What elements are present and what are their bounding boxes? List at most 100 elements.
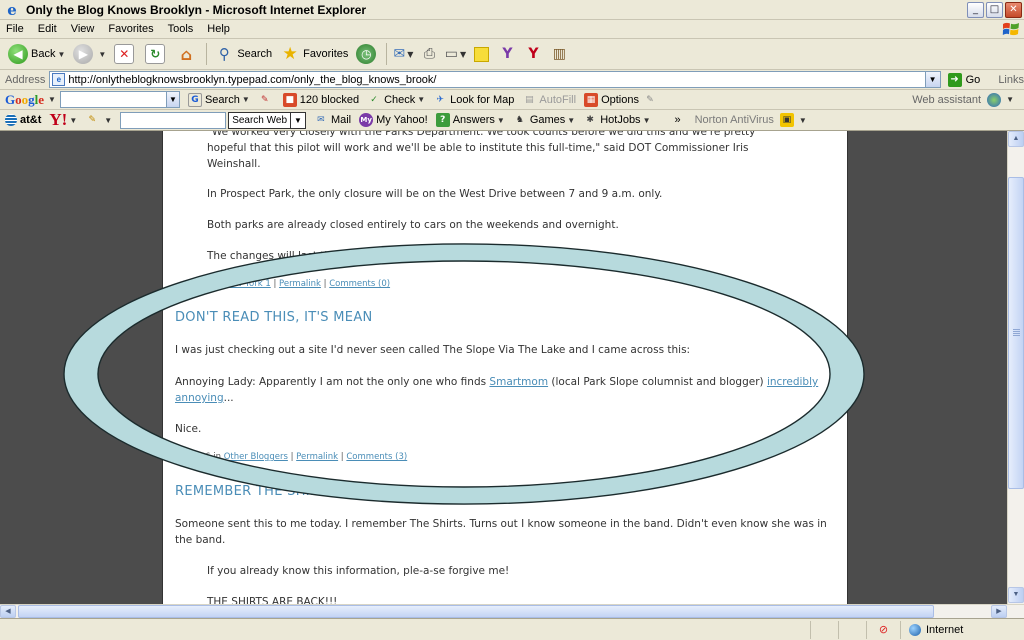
address-bar: Address e http://onlytheblogknowsbrookly… — [0, 70, 1024, 90]
search-web-label: Search Web — [232, 114, 288, 126]
chevron-down-icon[interactable]: ▼ — [165, 92, 179, 107]
post-title[interactable]: REMEMBER THE SHIRTS — [175, 484, 335, 499]
menu-view[interactable]: View — [64, 23, 102, 35]
menu-help[interactable]: Help — [200, 23, 237, 35]
stop-icon: ✕ — [114, 44, 135, 64]
permalink-link[interactable]: Permalink — [279, 279, 321, 289]
post-title[interactable]: DON'T READ THIS, IT'S MEAN — [175, 310, 373, 325]
att-logo[interactable]: at&t — [5, 114, 41, 126]
hotjobs-link[interactable]: ✱ HotJobs ▼ — [583, 113, 650, 127]
menu-edit[interactable]: Edit — [31, 23, 64, 35]
web-assistant-label: Web assistant — [912, 93, 982, 106]
stop-button[interactable]: ✕ — [110, 41, 141, 67]
chevron-down-icon[interactable]: ▼ — [98, 50, 106, 59]
address-input[interactable]: e http://onlytheblogknowsbrooklyn.typepa… — [49, 71, 941, 88]
google-search-button[interactable]: G Search ▼ — [187, 92, 250, 107]
menu-bar: File Edit View Favorites Tools Help — [0, 20, 1024, 39]
search-web-button[interactable]: Search Web ▼ — [228, 111, 306, 129]
go-button[interactable]: ➜ Go — [947, 72, 980, 87]
mail-button[interactable]: ✉ ▼ — [392, 43, 414, 65]
yahoo-mail-link[interactable]: ✉ Mail — [314, 113, 351, 127]
smartmom-link[interactable]: Smartmom — [489, 376, 548, 388]
menu-file[interactable]: File — [0, 23, 31, 35]
options-button[interactable]: ▦ Options ✎ — [584, 92, 660, 107]
home-button[interactable]: ⌂ — [172, 41, 203, 67]
autofill-button[interactable]: ▤ AutoFill — [522, 93, 576, 107]
research-button[interactable]: ▥ — [548, 43, 570, 65]
star-icon: ★ — [282, 44, 298, 64]
post-paragraph: If you already know this information, pl… — [207, 565, 510, 577]
mail-envelope-icon: ✉ — [393, 46, 406, 62]
chevron-down-icon[interactable]: ▼ — [104, 116, 112, 125]
scroll-down-arrow-icon[interactable]: ▼ — [1008, 587, 1024, 603]
close-button[interactable]: ✕ — [1005, 1, 1022, 18]
notes-button[interactable] — [470, 43, 492, 65]
yahoo-mail-button[interactable]: Y — [522, 43, 544, 65]
chevron-down-icon: ▼ — [459, 49, 467, 59]
menu-tools[interactable]: Tools — [161, 23, 201, 35]
post-paragraph: Someone sent this to me today. I remembe… — [175, 518, 827, 546]
chevron-down-icon: ▼ — [642, 115, 651, 125]
chevron-down-icon[interactable]: ▼ — [924, 72, 940, 87]
google-logo[interactable]: Google — [5, 92, 44, 108]
category-link[interactable]: Other Bloggers — [224, 452, 288, 462]
permalink-link[interactable]: Permalink — [296, 452, 338, 462]
chevron-down-icon: ▼ — [1006, 95, 1014, 104]
comments-link[interactable]: Comments (3) — [346, 452, 407, 462]
highlighter-icon[interactable]: ✎ — [85, 113, 99, 127]
search-button[interactable]: ⚲ Search — [210, 41, 276, 67]
answers-link[interactable]: ? Answers ▼ — [435, 113, 505, 127]
norton-antivirus-button[interactable]: Norton AntiVirus ▣ ▼ — [695, 113, 807, 127]
options-label: Options — [601, 93, 639, 106]
scrollbar-thumb[interactable] — [1008, 177, 1024, 489]
minimize-button[interactable]: _ — [967, 1, 984, 18]
yahoo-badge-icon: Y — [528, 46, 539, 62]
popup-blocker-button[interactable]: ■ 120 blocked — [282, 92, 359, 107]
autofill-icon: ▤ — [525, 94, 534, 105]
refresh-button[interactable]: ↻ — [141, 41, 172, 67]
chevron-down-icon[interactable]: ▼ — [69, 116, 77, 125]
my-yahoo-link[interactable]: My My Yahoo! — [359, 113, 428, 127]
history-button[interactable]: ◷ — [352, 41, 383, 67]
vertical-scrollbar[interactable]: ▲ ▼ — [1007, 131, 1024, 604]
games-link[interactable]: ♞ Games ▼ — [513, 113, 575, 127]
web-assistant-button[interactable]: Web assistant ▼ — [912, 92, 1014, 107]
my-yahoo-icon: My — [359, 113, 374, 127]
scroll-left-arrow-icon[interactable]: ◀ — [0, 605, 16, 618]
google-g-icon: G — [187, 92, 202, 107]
maximize-button[interactable]: □ — [986, 1, 1003, 18]
yahoo-search-input[interactable] — [120, 111, 227, 129]
address-label: Address — [5, 73, 46, 86]
horizontal-scrollbar-thumb[interactable] — [18, 605, 934, 618]
home-icon: ⌂ — [180, 44, 193, 64]
post-paragraph-text: Annoying Lady: Apparently I am not the o… — [175, 376, 490, 388]
edit-button[interactable]: ▭ ▼ — [444, 43, 466, 65]
page-icon: e — [52, 73, 66, 86]
chevron-down-icon[interactable]: ▼ — [290, 112, 302, 128]
forward-button[interactable]: ▶ ▼ — [69, 41, 110, 67]
google-search-input[interactable]: ▼ — [59, 91, 180, 108]
chevron-down-icon[interactable]: ▼ — [57, 50, 65, 59]
favorites-button[interactable]: ★ Favorites — [276, 41, 352, 67]
horizontal-scrollbar[interactable]: ◀ ▶ — [0, 604, 1024, 618]
scroll-right-arrow-icon[interactable]: ▶ — [991, 605, 1007, 618]
look-for-map-button[interactable]: ✈ Look for Map — [433, 93, 514, 107]
yahoo-messenger-button[interactable]: Y — [496, 43, 518, 65]
quote-paragraph: The changes will last through November. — [207, 250, 422, 262]
research-books-icon: ▥ — [552, 46, 567, 62]
category-link[interactable]: New York 1 — [224, 279, 271, 289]
more-buttons-chevron[interactable]: » — [674, 114, 680, 126]
comments-link[interactable]: Comments (0) — [329, 279, 390, 289]
links-button[interactable]: Links — [998, 74, 1024, 86]
yahoo-logo[interactable]: Y! — [49, 110, 67, 130]
popup-blocked-status[interactable]: ⊘ — [866, 620, 900, 639]
menu-favorites[interactable]: Favorites — [101, 23, 160, 35]
scroll-up-arrow-icon[interactable]: ▲ — [1008, 131, 1024, 147]
news-button[interactable]: ✎ — [258, 93, 275, 107]
norton-shield-icon: ▣ — [779, 113, 794, 127]
chevron-down-icon[interactable]: ▼ — [48, 95, 56, 104]
spell-check-button[interactable]: ✓ Check ▼ — [367, 93, 425, 107]
print-button[interactable]: ⎙ — [418, 43, 440, 65]
back-button[interactable]: ◀ Back ▼ — [4, 41, 69, 67]
edit-page-icon: ▭ — [444, 46, 458, 62]
